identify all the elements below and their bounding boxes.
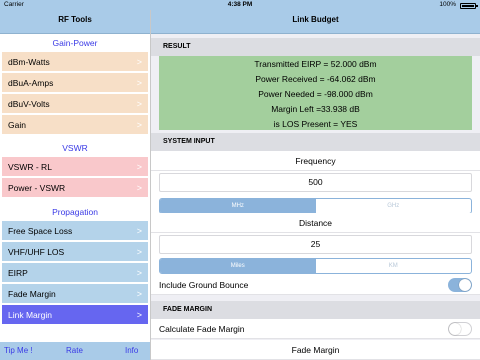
sidebar-item-dbuv-volts[interactable]: dBuV-Volts > — [2, 94, 148, 114]
chevron-right-icon: > — [136, 99, 142, 109]
tip-me-link[interactable]: Tip Me ! — [4, 342, 33, 360]
chevron-right-icon: > — [136, 247, 142, 257]
ground-bounce-toggle[interactable] — [448, 278, 472, 292]
status-bar: Carrier 4:38 PM 100% — [0, 0, 480, 10]
distance-label: Distance — [151, 213, 480, 233]
toggle-knob — [459, 279, 471, 291]
sidebar-item-fade-margin[interactable]: Fade Margin > — [2, 284, 148, 304]
page-title: Link Budget — [151, 10, 480, 34]
distance-row: 25 — [151, 233, 480, 259]
system-input-header: SYSTEM INPUT — [151, 133, 480, 151]
sidebar-item-label: Fade Margin — [8, 289, 56, 299]
distance-input[interactable]: 25 — [159, 235, 472, 254]
frequency-input[interactable]: 500 — [159, 173, 472, 192]
sidebar-item-free-space-loss[interactable]: Free Space Loss > — [2, 221, 148, 241]
status-time: 4:38 PM — [227, 1, 253, 8]
segment-ghz[interactable]: GHz — [316, 199, 472, 213]
chevron-right-icon: > — [136, 268, 142, 278]
sidebar-item-label: dBuV-Volts — [8, 99, 50, 109]
chevron-right-icon: > — [136, 289, 142, 299]
result-margin-left: Margin Left =33.938 dB — [271, 104, 360, 114]
result-eirp: Transmitted EIRP = 52.000 dBm — [254, 59, 377, 69]
chevron-right-icon: > — [136, 310, 142, 320]
chevron-right-icon: > — [136, 57, 142, 67]
sidebar: RF Tools Gain-Power dBm-Watts > dBuA-Amp… — [0, 10, 150, 360]
info-link[interactable]: Info — [125, 342, 138, 360]
sidebar-title: RF Tools — [0, 10, 150, 34]
sidebar-item-vhf-uhf-los[interactable]: VHF/UHF LOS > — [2, 242, 148, 262]
fade-margin-label: Fade Margin — [151, 340, 480, 360]
result-power-needed: Power Needed = -98.000 dBm — [258, 89, 373, 99]
result-panel: Transmitted EIRP = 52.000 dBm Power Rece… — [159, 56, 472, 130]
frequency-label: Frequency — [151, 151, 480, 171]
sidebar-item-label: Power - VSWR — [8, 183, 66, 193]
sidebar-item-label: Link Margin — [8, 310, 52, 320]
fade-margin-header: FADE MARGIN — [151, 301, 480, 319]
frequency-unit-segmented: MHz GHz — [159, 198, 472, 214]
ground-bounce-label: Include Ground Bounce — [159, 280, 249, 290]
ground-bounce-row: Include Ground Bounce — [151, 275, 480, 295]
segment-km[interactable]: KM — [316, 259, 472, 273]
sidebar-item-label: dBuA-Amps — [8, 78, 54, 88]
main-pane: Link Budget RESULT Transmitted EIRP = 52… — [151, 10, 480, 360]
chevron-right-icon: > — [136, 162, 142, 172]
rate-link[interactable]: Rate — [66, 342, 83, 360]
calc-fade-margin-toggle[interactable] — [448, 322, 472, 336]
calc-fade-margin-label: Calculate Fade Margin — [159, 324, 245, 334]
sidebar-item-dbua-amps[interactable]: dBuA-Amps > — [2, 73, 148, 93]
sidebar-item-label: VSWR - RL — [8, 162, 52, 172]
result-header: RESULT — [151, 38, 480, 56]
sidebar-item-power-vswr[interactable]: Power - VSWR > — [2, 178, 148, 198]
segment-mhz[interactable]: MHz — [160, 199, 316, 213]
sidebar-item-label: Gain — [8, 120, 26, 130]
sidebar-item-gain[interactable]: Gain > — [2, 115, 148, 135]
battery-icon — [460, 2, 478, 9]
sidebar-footer: Tip Me ! Rate Info — [0, 342, 150, 360]
chevron-right-icon: > — [136, 226, 142, 236]
distance-unit-segmented: Miles KM — [159, 258, 472, 274]
sidebar-item-label: dBm-Watts — [8, 57, 50, 67]
sidebar-item-vswr-rl[interactable]: VSWR - RL > — [2, 157, 148, 177]
chevron-right-icon: > — [136, 78, 142, 88]
sidebar-item-label: EIRP — [8, 268, 28, 278]
toggle-knob — [449, 323, 461, 335]
section-propagation: Propagation — [52, 207, 98, 217]
segment-miles[interactable]: Miles — [160, 259, 316, 273]
sidebar-item-dbm-watts[interactable]: dBm-Watts > — [2, 52, 148, 72]
battery-percent: 100% — [439, 1, 456, 8]
sidebar-item-label: VHF/UHF LOS — [8, 247, 65, 257]
sidebar-item-eirp[interactable]: EIRP > — [2, 263, 148, 283]
chevron-right-icon: > — [136, 120, 142, 130]
calc-fade-margin-row: Calculate Fade Margin — [151, 319, 480, 339]
section-gain-power: Gain-Power — [52, 38, 98, 48]
sidebar-item-link-margin[interactable]: Link Margin > — [2, 305, 148, 325]
frequency-row: 500 — [151, 171, 480, 197]
sidebar-item-label: Free Space Loss — [8, 226, 73, 236]
result-los-present: is LOS Present = YES — [273, 119, 358, 129]
chevron-right-icon: > — [136, 183, 142, 193]
result-power-received: Power Received = -64.062 dBm — [255, 74, 376, 84]
section-vswr: VSWR — [62, 143, 88, 153]
